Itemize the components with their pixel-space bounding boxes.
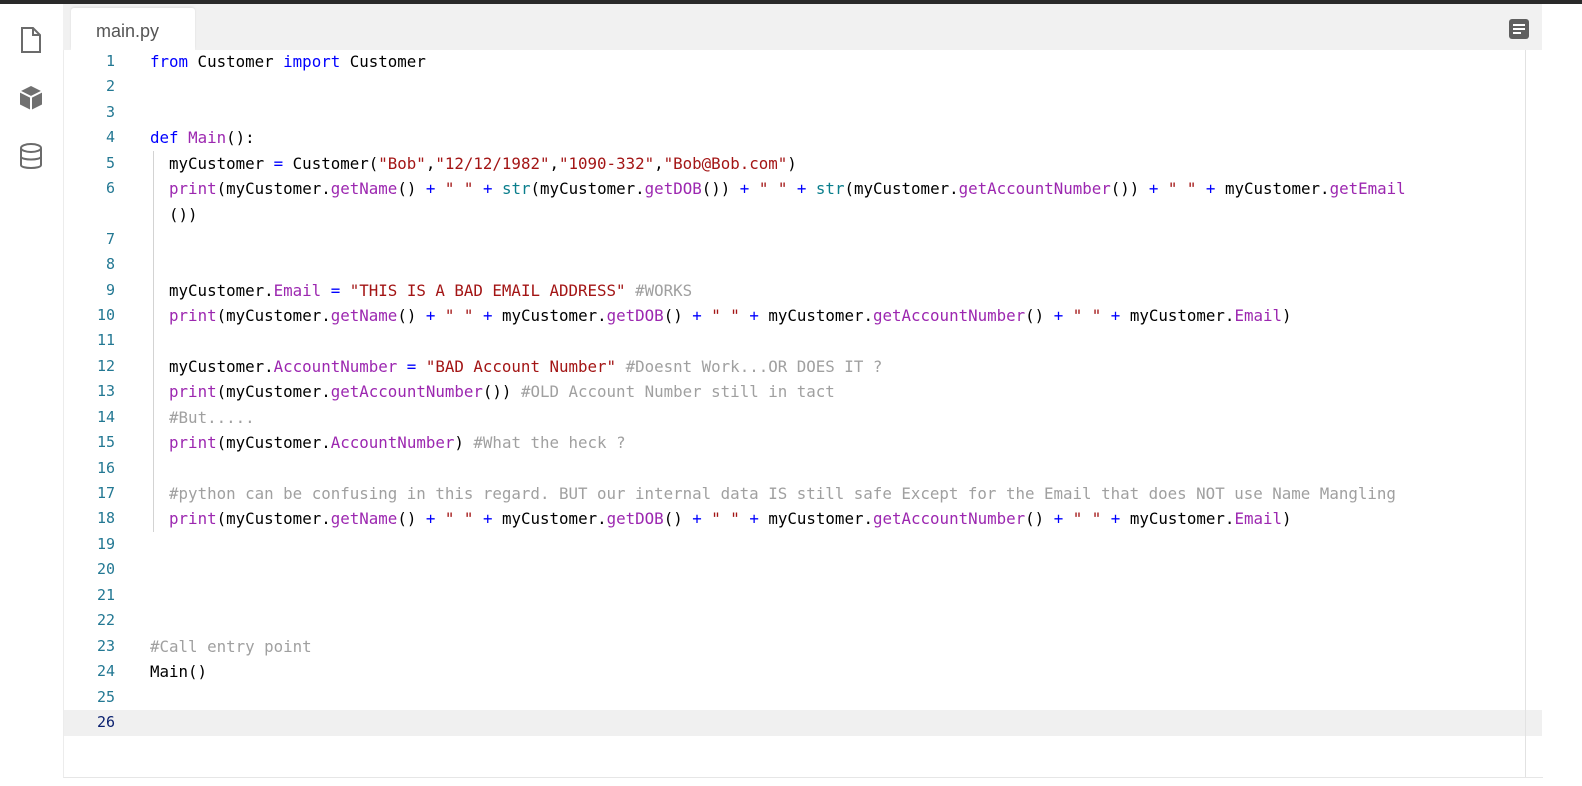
code-line: print(myCustomer.AccountNumber) #What th… (169, 433, 626, 452)
line-number: 23 (96, 637, 115, 655)
line-number: 3 (105, 103, 115, 121)
line-number: 15 (96, 433, 115, 451)
line-number: 7 (105, 230, 115, 248)
line-number: 25 (96, 688, 115, 706)
code-line: print(myCustomer.getName() + " " + myCus… (169, 306, 1292, 325)
scrollbar-track[interactable] (1525, 50, 1526, 777)
line-number: 4 (105, 128, 115, 146)
activity-sidebar (0, 4, 63, 786)
line-number: 21 (96, 586, 115, 604)
code-content[interactable]: from Customer import Customer def Main()… (150, 50, 1524, 777)
line-number: 5 (105, 154, 115, 172)
line-number: 12 (96, 357, 115, 375)
line-number: 24 (96, 662, 115, 680)
code-line: myCustomer.AccountNumber = "BAD Account … (150, 357, 883, 376)
line-number-active: 26 (96, 713, 115, 731)
code-line: #Call entry point (150, 637, 312, 656)
line-number: 20 (96, 560, 115, 578)
code-editor[interactable]: 1 2 3 4 5 6 7 8 9 10 11 12 13 14 15 16 1… (63, 50, 1543, 778)
editor-tab-bar: main.py (63, 4, 1542, 50)
line-number: 10 (96, 306, 115, 324)
line-number: 16 (96, 459, 115, 477)
code-line: ()) (150, 205, 198, 224)
line-number: 14 (96, 408, 115, 426)
panel-menu-icon[interactable] (1509, 19, 1529, 39)
tab-label: main.py (96, 21, 160, 41)
line-number: 17 (96, 484, 115, 502)
line-number: 2 (105, 77, 115, 95)
code-line: myCustomer = Customer("Bob","12/12/1982"… (150, 154, 797, 173)
code-line: print(myCustomer.getName() + " " + str(m… (169, 179, 1406, 198)
line-number: 11 (96, 331, 115, 349)
tab-main-py[interactable]: main.py (71, 8, 195, 50)
line-number: 1 (105, 52, 115, 70)
code-line: print(myCustomer.getName() + " " + myCus… (169, 509, 1292, 528)
database-icon[interactable] (17, 143, 44, 170)
line-number: 18 (96, 509, 115, 527)
code-line: Main() (150, 662, 208, 681)
line-number-gutter: 1 2 3 4 5 6 7 8 9 10 11 12 13 14 15 16 1… (64, 50, 149, 777)
code-line: #python can be confusing in this regard.… (169, 484, 1396, 503)
package-icon[interactable] (17, 84, 44, 111)
code-line: print(myCustomer.getAccountNumber()) #OL… (169, 382, 835, 401)
line-number: 8 (105, 255, 115, 273)
line-number: 19 (96, 535, 115, 553)
code-line: #But..... (169, 408, 255, 427)
code-line: myCustomer.Email = "THIS IS A BAD EMAIL … (150, 281, 693, 300)
line-number: 22 (96, 611, 115, 629)
line-number: 9 (105, 281, 115, 299)
file-icon[interactable] (17, 26, 44, 53)
code-line: from Customer import Customer (150, 52, 426, 71)
line-number: 13 (96, 382, 115, 400)
code-line: def Main(): (150, 128, 255, 147)
line-number: 6 (105, 179, 115, 197)
